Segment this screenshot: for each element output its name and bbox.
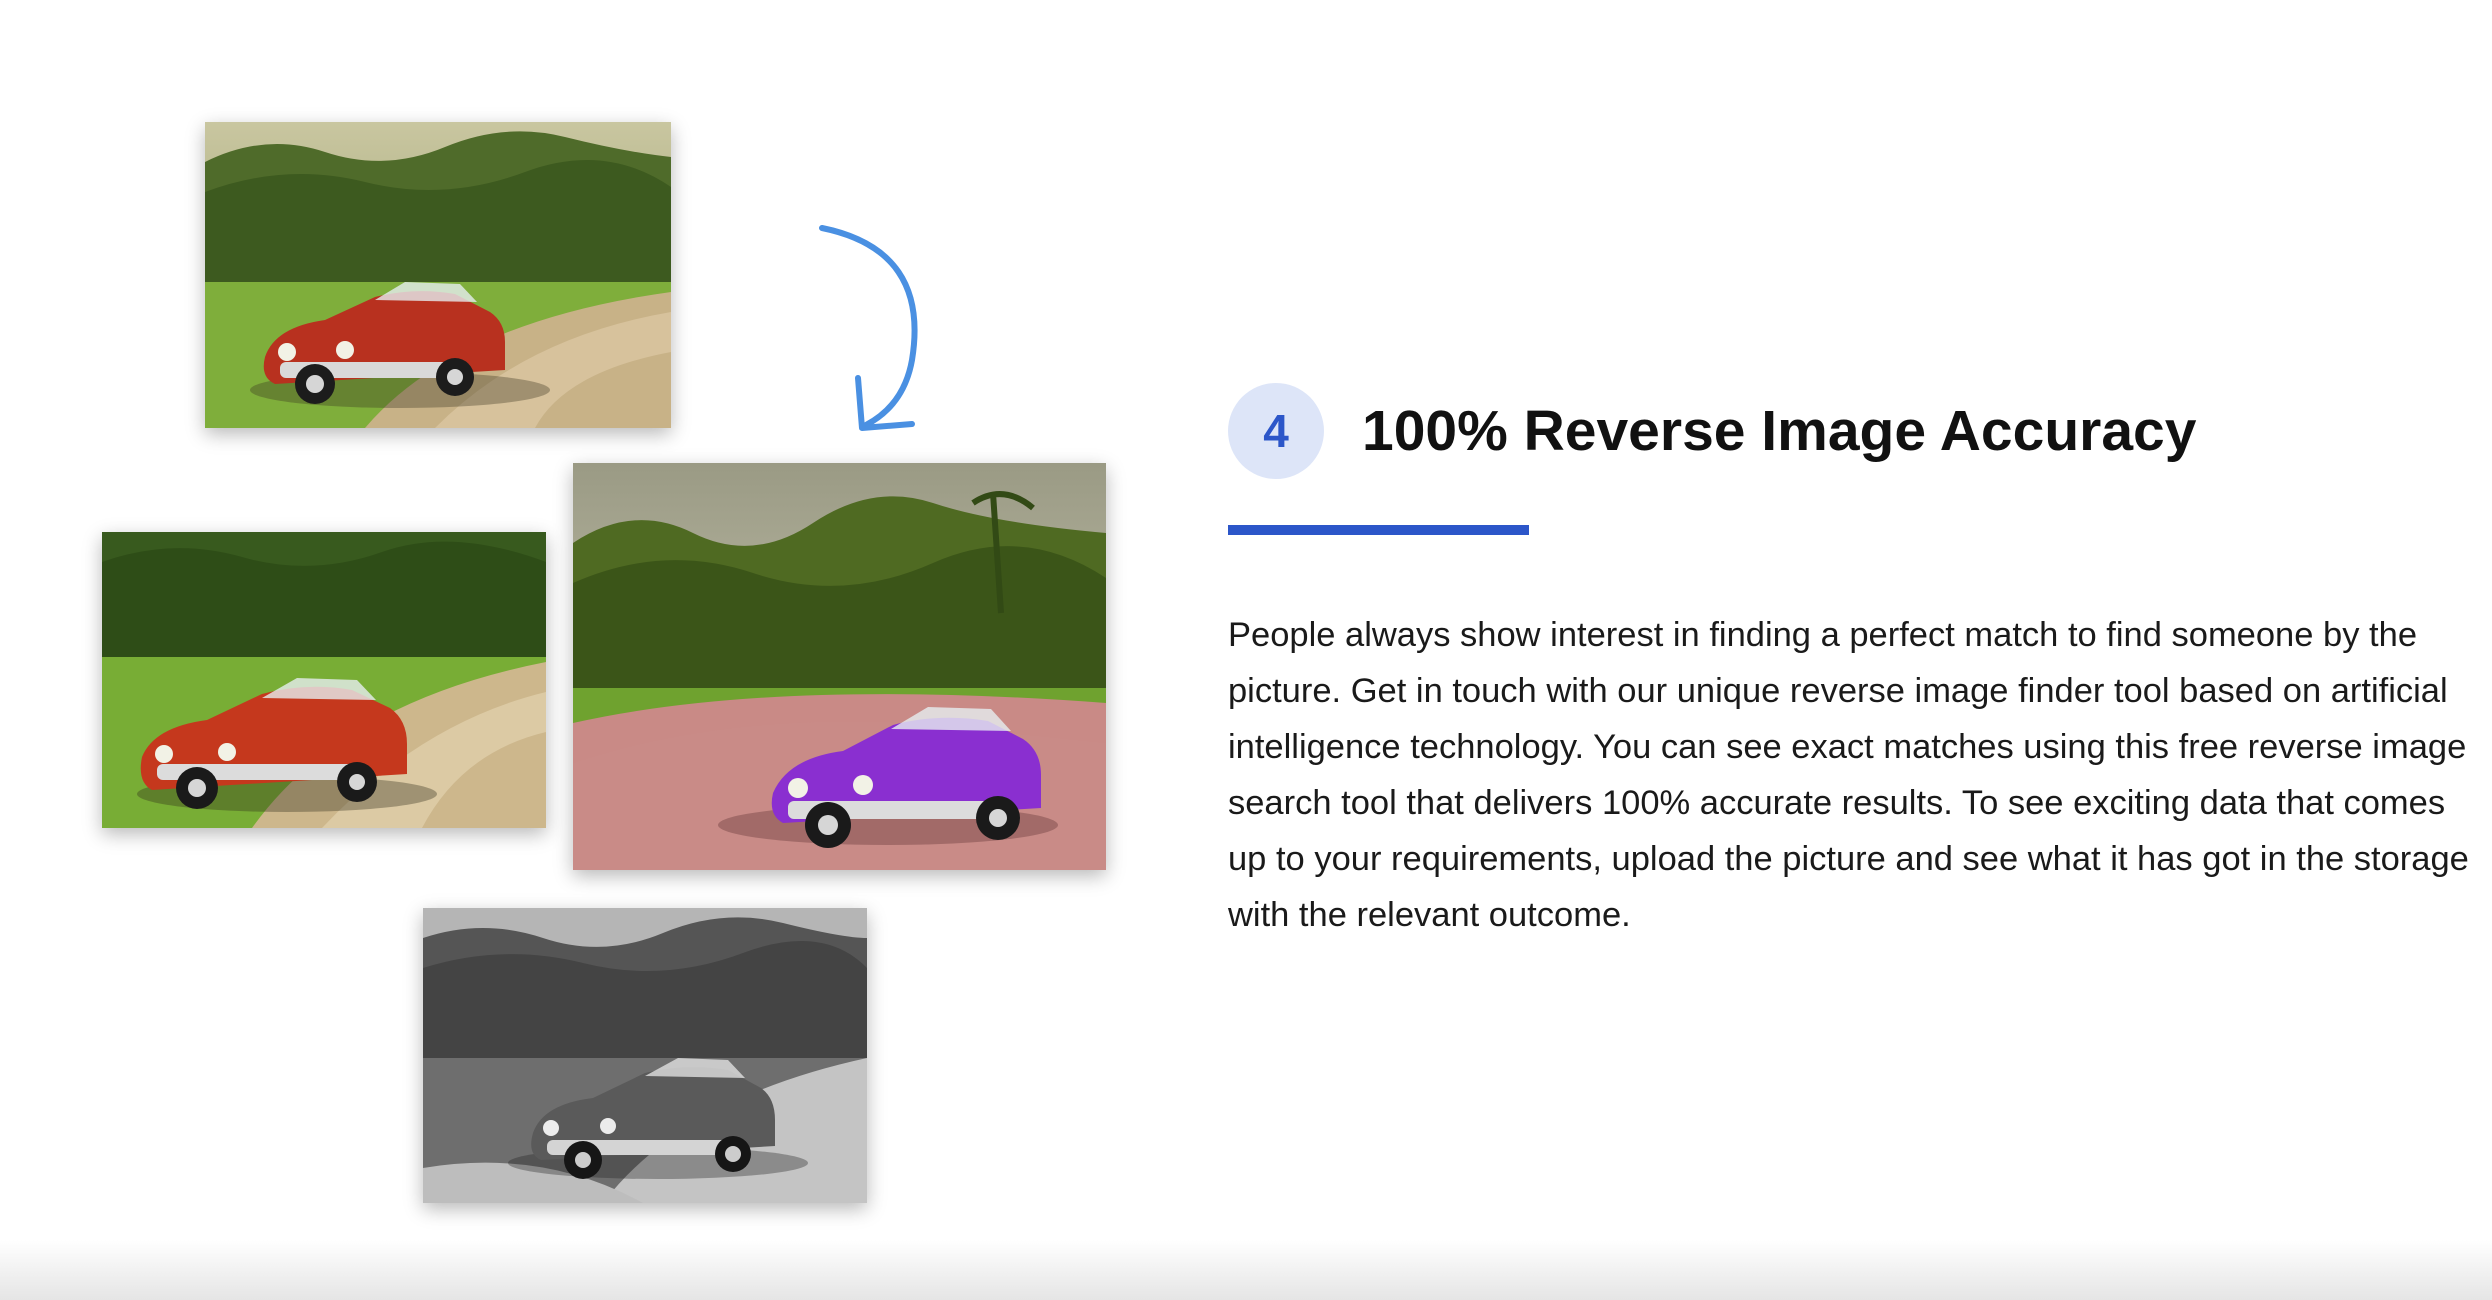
page: 4 100% Reverse Image Accuracy People alw… — [0, 0, 2492, 1300]
feature-title: 100% Reverse Image Accuracy — [1362, 399, 2197, 463]
car-photo-purple — [573, 463, 1106, 870]
section-divider-shadow — [0, 1240, 2492, 1300]
step-number: 4 — [1263, 405, 1289, 457]
curved-arrow-icon — [819, 225, 918, 431]
feature-description: People always show interest in finding a… — [1228, 616, 2469, 934]
title-underline — [1228, 525, 1529, 535]
car-photo-original — [205, 122, 671, 428]
car-photo-grayscale — [423, 908, 867, 1203]
car-photo-red — [102, 532, 546, 828]
step-number-badge: 4 — [1228, 383, 1324, 479]
